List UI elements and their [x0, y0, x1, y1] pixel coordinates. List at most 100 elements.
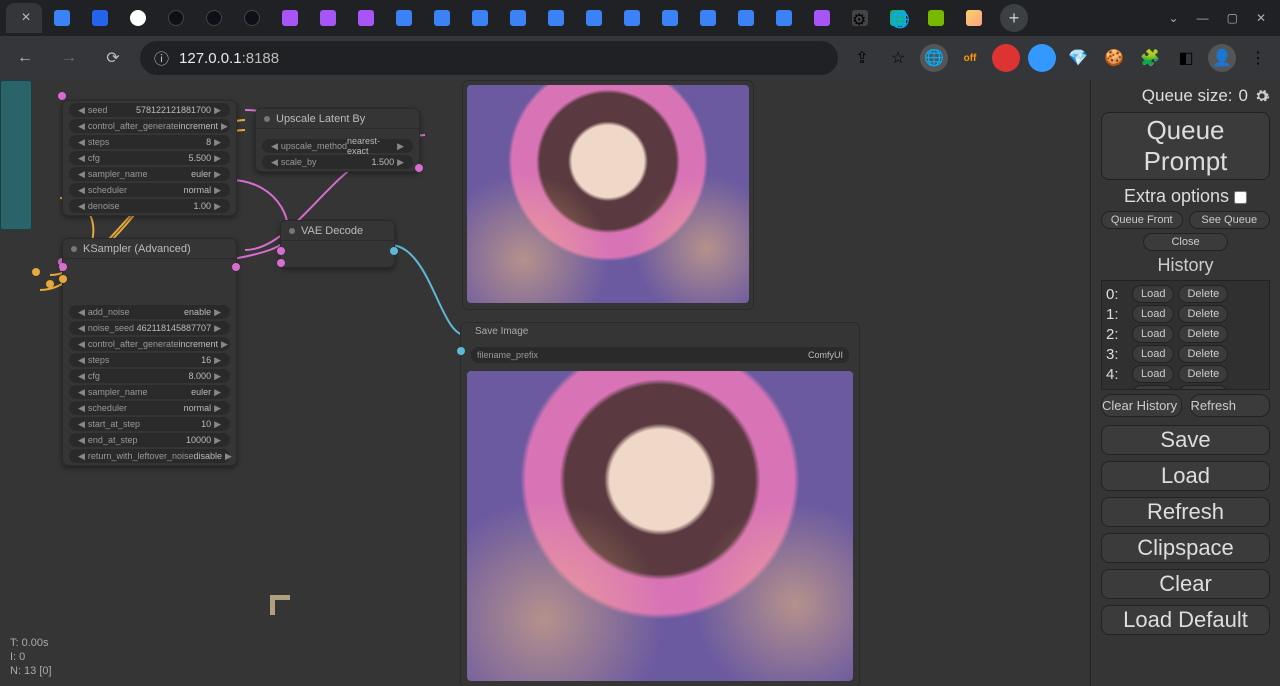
browser-tab[interactable]	[538, 3, 574, 33]
node-widget[interactable]: ◀upscale_methodnearest-exact▶	[262, 139, 413, 153]
browser-tab[interactable]	[576, 3, 612, 33]
browser-tab[interactable]	[348, 3, 384, 33]
node-widget[interactable]: ◀steps16▶	[69, 353, 230, 367]
extension-icon[interactable]: off	[956, 44, 984, 72]
node-port[interactable]	[32, 268, 40, 276]
history-load-button[interactable]: Load	[1132, 385, 1174, 390]
browser-tab[interactable]	[310, 3, 346, 33]
history-delete-button[interactable]: Delete	[1178, 365, 1228, 383]
reload-button[interactable]: ⟳	[96, 41, 130, 75]
upscale-latent-node[interactable]: Upscale Latent By ◀upscale_methodnearest…	[255, 108, 420, 172]
node-widget[interactable]: ◀sampler_nameeuler▶	[69, 167, 230, 181]
menu-icon[interactable]: ⋮	[1244, 44, 1272, 72]
close-icon[interactable]: ×	[21, 9, 30, 27]
browser-tab[interactable]	[766, 3, 802, 33]
node-port[interactable]	[58, 92, 66, 100]
extensions-menu-icon[interactable]: 🧩	[1136, 44, 1164, 72]
node-widget[interactable]: ◀noise_seed462118145887707▶	[69, 321, 230, 335]
clipspace-button[interactable]: Clipspace	[1101, 533, 1270, 563]
refresh-history-button[interactable]: Refresh	[1190, 394, 1271, 417]
new-tab-button[interactable]: +	[1000, 4, 1028, 32]
browser-tab[interactable]	[44, 3, 80, 33]
refresh-button[interactable]: Refresh	[1101, 497, 1270, 527]
node-port[interactable]	[59, 263, 67, 271]
window-close-icon[interactable]: ✕	[1256, 11, 1266, 25]
node-widget[interactable]: ◀return_with_leftover_noisedisable▶	[69, 449, 230, 463]
address-bar[interactable]: ⓘ 127.0.0.1:8188	[140, 41, 838, 75]
node-graph-canvas[interactable]: ◀seed578122121881700▶◀control_after_gene…	[0, 80, 1090, 686]
load-button[interactable]: Load	[1101, 461, 1270, 491]
browser-tab[interactable]	[158, 3, 194, 33]
history-delete-button[interactable]: Delete	[1178, 305, 1228, 323]
node-port[interactable]	[46, 280, 54, 288]
bookmark-icon[interactable]: ☆	[884, 44, 912, 72]
extension-icon[interactable]	[1028, 44, 1056, 72]
node-widget[interactable]: ◀start_at_step10▶	[69, 417, 230, 431]
node-widget[interactable]: ◀cfg5.500▶	[69, 151, 230, 165]
node-widget[interactable]: ◀control_after_generateincrement▶	[69, 337, 230, 351]
node-widget[interactable]: ◀steps8▶	[69, 135, 230, 149]
node-port[interactable]	[277, 247, 285, 255]
node-widget[interactable]: ◀denoise1.00▶	[69, 199, 230, 213]
clear-button[interactable]: Clear	[1101, 569, 1270, 599]
browser-tab[interactable]	[424, 3, 460, 33]
browser-tab[interactable]	[272, 3, 308, 33]
browser-tab[interactable]	[918, 3, 954, 33]
filename-prefix-widget[interactable]: filename_prefix ComfyUI	[471, 347, 849, 363]
browser-tab[interactable]	[956, 3, 992, 33]
ksampler-node[interactable]: ◀seed578122121881700▶◀control_after_gene…	[62, 100, 237, 216]
history-load-button[interactable]: Load	[1132, 325, 1174, 343]
close-button[interactable]: Close	[1143, 233, 1228, 251]
extension-icon[interactable]: 🌐	[920, 44, 948, 72]
node-port[interactable]	[277, 259, 285, 267]
browser-tab[interactable]	[652, 3, 688, 33]
node-port[interactable]	[59, 275, 67, 283]
vae-decode-node[interactable]: VAE Decode	[280, 220, 395, 268]
extension-icon[interactable]: 🍪	[1100, 44, 1128, 72]
history-delete-button[interactable]: Delete	[1178, 345, 1228, 363]
browser-tab[interactable]	[196, 3, 232, 33]
node-port[interactable]	[390, 247, 398, 255]
history-delete-button[interactable]: Delete	[1178, 385, 1228, 390]
forward-button[interactable]: →	[52, 41, 86, 75]
browser-tab[interactable]	[614, 3, 650, 33]
history-load-button[interactable]: Load	[1132, 285, 1174, 303]
browser-tab[interactable]	[804, 3, 840, 33]
browser-tab[interactable]	[82, 3, 118, 33]
site-info-icon[interactable]: ⓘ	[154, 48, 169, 69]
node-widget[interactable]: ◀scale_by1.500▶	[262, 155, 413, 169]
see-queue-button[interactable]: See Queue	[1189, 211, 1271, 229]
profile-icon[interactable]: 👤	[1208, 44, 1236, 72]
node-widget[interactable]: ◀cfg8.000▶	[69, 369, 230, 383]
share-icon[interactable]: ⇪	[848, 44, 876, 72]
node-widget[interactable]: ◀add_noiseenable▶	[69, 305, 230, 319]
extra-options-checkbox[interactable]	[1234, 191, 1247, 204]
node-port[interactable]	[415, 164, 423, 172]
extension-icon[interactable]: 💎	[1064, 44, 1092, 72]
ksampler-advanced-node[interactable]: KSampler (Advanced) ◀add_noiseenable▶◀no…	[62, 238, 237, 466]
browser-tab[interactable]: ⚙	[842, 3, 878, 33]
node-widget[interactable]: ◀control_after_generateincrement▶	[69, 119, 230, 133]
preview-image-node[interactable]	[462, 80, 754, 310]
back-button[interactable]: ←	[8, 41, 42, 75]
browser-tab[interactable]	[386, 3, 422, 33]
extension-icon[interactable]	[992, 44, 1020, 72]
history-load-button[interactable]: Load	[1132, 305, 1174, 323]
browser-tab[interactable]	[690, 3, 726, 33]
chevron-down-icon[interactable]: ⌄	[1169, 11, 1179, 25]
browser-tab[interactable]	[462, 3, 498, 33]
clear-history-button[interactable]: Clear History	[1101, 394, 1182, 417]
extra-options-toggle[interactable]: Extra options	[1101, 186, 1270, 207]
browser-tab[interactable]	[500, 3, 536, 33]
gear-icon[interactable]	[1254, 88, 1270, 104]
sidepanel-icon[interactable]: ◧	[1172, 44, 1200, 72]
browser-tab[interactable]	[120, 3, 156, 33]
browser-tab-active[interactable]: ×	[6, 3, 42, 33]
node-widget[interactable]: ◀schedulernormal▶	[69, 183, 230, 197]
save-button[interactable]: Save	[1101, 425, 1270, 455]
history-delete-button[interactable]: Delete	[1178, 285, 1228, 303]
maximize-icon[interactable]: ▢	[1227, 11, 1238, 25]
node-widget[interactable]: ◀sampler_nameeuler▶	[69, 385, 230, 399]
minimize-icon[interactable]: —	[1197, 11, 1209, 25]
save-image-node[interactable]: Save Image filename_prefix ComfyUI	[460, 322, 860, 686]
